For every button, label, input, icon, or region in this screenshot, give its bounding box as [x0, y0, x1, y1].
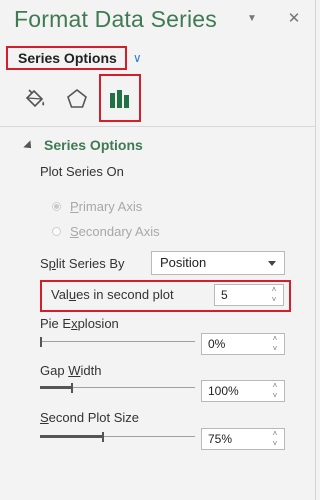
- spin-down-icon[interactable]: ˅: [273, 392, 278, 400]
- chevron-down-icon: ∨: [132, 51, 142, 65]
- gap-width-slider[interactable]: [40, 383, 195, 393]
- second-plot-size-label: Second Plot Size: [40, 410, 140, 425]
- second-plot-size-slider[interactable]: [40, 432, 195, 442]
- primary-axis-label: Primary Axis: [70, 199, 143, 214]
- pie-explosion-spinner[interactable]: 0% ˄ ˅: [201, 333, 285, 355]
- spin-up-icon[interactable]: ˄: [273, 382, 278, 390]
- format-data-series-pane: Format Data Series ▼ ✕ Series Options ∨ …: [0, 0, 316, 500]
- primary-axis-radio[interactable]: Primary Axis: [52, 199, 142, 214]
- section-title: Series Options: [44, 137, 143, 153]
- gap-width-value: 100%: [208, 384, 239, 398]
- spin-down-icon[interactable]: ˅: [272, 296, 277, 304]
- radio-icon: [52, 202, 61, 211]
- gap-width-label: Gap Width: [40, 363, 102, 378]
- gap-width-spinner[interactable]: 100% ˄ ˅: [201, 380, 285, 402]
- spin-up-icon[interactable]: ˄: [273, 430, 278, 438]
- chevron-down-icon: [268, 261, 276, 266]
- secondary-axis-radio[interactable]: Secondary Axis: [52, 224, 160, 239]
- values-in-second-plot-label: Values in second plot: [51, 287, 174, 302]
- pentagon-icon: [67, 88, 87, 108]
- split-series-by-value: Position: [160, 255, 207, 270]
- secondary-axis-label: Secondary Axis: [70, 224, 160, 239]
- series-options-label: Series Options: [6, 46, 127, 70]
- slider-fill: [40, 435, 102, 438]
- split-series-by-label: Split Series By: [40, 256, 125, 271]
- spin-up-icon[interactable]: ˄: [273, 335, 278, 343]
- plot-series-on-label: Plot Series On: [40, 164, 124, 179]
- divider: [0, 126, 316, 127]
- active-tab-highlight: [99, 74, 141, 122]
- task-pane-options-icon[interactable]: ▼: [242, 8, 262, 30]
- spin-down-icon[interactable]: ˅: [273, 345, 278, 353]
- values-in-second-plot-value: 5: [221, 288, 228, 302]
- slider-thumb[interactable]: [71, 383, 73, 393]
- series-options-dropdown[interactable]: Series Options ∨: [6, 45, 142, 71]
- slider-thumb[interactable]: [102, 432, 104, 442]
- tab-fill-line[interactable]: [20, 84, 50, 114]
- close-icon[interactable]: ✕: [284, 8, 304, 30]
- slider-thumb[interactable]: [40, 337, 42, 347]
- spin-down-icon[interactable]: ˅: [273, 440, 278, 448]
- pie-explosion-slider[interactable]: [40, 337, 195, 347]
- pie-explosion-label: Pie Explosion: [40, 316, 119, 331]
- second-plot-size-value: 75%: [208, 432, 233, 446]
- series-options-section-header[interactable]: Series Options: [23, 137, 143, 153]
- radio-icon: [52, 227, 61, 236]
- values-in-second-plot-spinner[interactable]: 5 ˄ ˅: [214, 284, 284, 306]
- pane-title: Format Data Series: [14, 6, 217, 32]
- paint-bucket-icon: [25, 89, 45, 108]
- slider-fill: [40, 386, 71, 389]
- pie-explosion-value: 0%: [208, 337, 226, 351]
- second-plot-size-spinner[interactable]: 75% ˄ ˅: [201, 428, 285, 450]
- spin-up-icon[interactable]: ˄: [272, 286, 277, 294]
- collapse-triangle-icon: [23, 139, 35, 152]
- split-series-by-select[interactable]: Position: [151, 251, 285, 275]
- tab-effects[interactable]: [62, 84, 92, 114]
